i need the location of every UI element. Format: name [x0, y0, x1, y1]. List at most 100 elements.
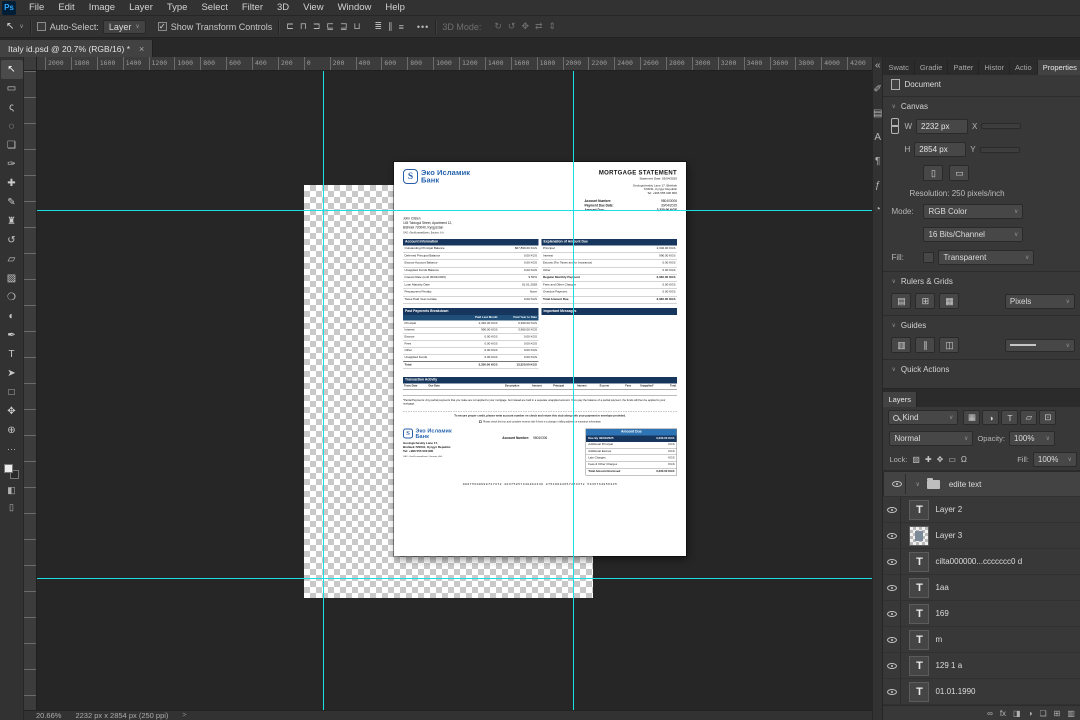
- horizontal-guide[interactable]: [37, 578, 872, 579]
- tab-properties[interactable]: Properties: [1037, 60, 1080, 75]
- layer-row[interactable]: T cilta000000...ccccccc0 d: [883, 549, 1080, 575]
- menu-help[interactable]: Help: [378, 0, 412, 16]
- visibility-toggle[interactable]: [883, 523, 902, 548]
- new-guide-layout-icon[interactable]: ▥: [891, 337, 912, 353]
- pen-tool[interactable]: ✒: [1, 326, 23, 345]
- distribute-horizontal-icon[interactable]: ≣: [374, 21, 384, 32]
- opacity-dropdown[interactable]: 100% ∨: [1008, 431, 1055, 446]
- visibility-toggle[interactable]: [883, 653, 902, 678]
- zoom-level[interactable]: 20.66%: [36, 711, 61, 720]
- auto-select-checkbox[interactable]: [36, 22, 46, 31]
- tab-actions[interactable]: Actio: [1010, 60, 1038, 75]
- guide-style-dropdown[interactable]: ∨: [1004, 338, 1075, 352]
- group-expander-icon[interactable]: ∨: [915, 481, 919, 488]
- align-top-edges-icon[interactable]: ⊑: [325, 21, 335, 32]
- menu-window[interactable]: Window: [331, 0, 379, 16]
- clear-guides-icon[interactable]: ◫: [939, 337, 960, 353]
- paragraph-panel-icon[interactable]: ¶: [875, 156, 880, 167]
- rectangular-marquee-tool[interactable]: ▭: [1, 79, 23, 98]
- layer-row[interactable]: T m: [883, 627, 1080, 653]
- visibility-toggle[interactable]: [888, 474, 907, 494]
- 3d-roll-icon[interactable]: ↺: [507, 21, 517, 32]
- lock-all-icon[interactable]: Ω: [960, 455, 968, 464]
- toggle-snap-icon[interactable]: ▦: [939, 293, 960, 309]
- toggle-grid-icon[interactable]: ⊞: [915, 293, 936, 309]
- menu-view[interactable]: View: [296, 0, 330, 16]
- menu-3d[interactable]: 3D: [270, 0, 296, 16]
- color-mode-dropdown[interactable]: RGB Color ∨: [923, 204, 1024, 219]
- eyedropper-tool[interactable]: ✑: [1, 155, 23, 174]
- glyphs-panel-icon[interactable]: ƒ: [875, 180, 881, 191]
- menu-image[interactable]: Image: [82, 0, 122, 16]
- layer-row[interactable]: Layer 3: [883, 523, 1080, 549]
- brushes-panel-icon[interactable]: ✐: [874, 84, 882, 95]
- align-right-edges-icon[interactable]: ⊐: [312, 21, 322, 32]
- align-bottom-edges-icon[interactable]: ⊔: [353, 21, 362, 32]
- landscape-icon[interactable]: ▭: [949, 165, 970, 181]
- visibility-toggle[interactable]: [883, 549, 902, 574]
- zoom-tool[interactable]: ⊕: [1, 421, 23, 440]
- delete-layer-icon[interactable]: ▥: [1067, 709, 1075, 718]
- tab-layers[interactable]: Layers: [883, 392, 917, 407]
- status-menu-icon[interactable]: >: [182, 712, 186, 719]
- 3d-pan-icon[interactable]: ✥: [520, 21, 530, 32]
- foreground-color-swatch[interactable]: [4, 464, 13, 473]
- visibility-toggle[interactable]: [883, 627, 902, 652]
- menu-type[interactable]: Type: [160, 0, 195, 16]
- horizontal-ruler[interactable]: 2000 1800 1600 1400 1200 1000 800 600 400 200 0 200…: [37, 57, 872, 71]
- layer-row-group[interactable]: ∨ edite text: [883, 471, 1080, 497]
- document-tab[interactable]: Italy id.psd @ 20.7% (RGB/16) * ×: [0, 40, 154, 57]
- clone-stamp-tool[interactable]: ♜: [1, 212, 23, 231]
- visibility-toggle[interactable]: [883, 575, 902, 600]
- layer-filter-dropdown[interactable]: Kind ∨: [888, 410, 959, 425]
- timeline-panel-icon[interactable]: ◔: [875, 204, 881, 215]
- healing-brush-tool[interactable]: ✚: [1, 174, 23, 193]
- lock-transparency-icon[interactable]: ▨: [911, 455, 921, 464]
- dodge-tool[interactable]: ◐: [1, 307, 23, 326]
- canvas-y-field[interactable]: [979, 146, 1020, 153]
- move-tool[interactable]: ↖: [0, 60, 23, 79]
- lock-artboard-icon[interactable]: ▭: [947, 455, 957, 464]
- layer-row[interactable]: T 01.01.1990: [883, 679, 1080, 705]
- document-page[interactable]: S Эко Исламик Банк MORTGAGE STATEMENT St…: [394, 162, 686, 556]
- new-group-icon[interactable]: ❏: [1039, 709, 1046, 718]
- lasso-tool[interactable]: ς: [1, 98, 23, 117]
- menu-layer[interactable]: Layer: [122, 0, 160, 16]
- 3d-scale-icon[interactable]: ⇕: [548, 21, 558, 32]
- move-tool-icon[interactable]: ↖: [6, 21, 14, 32]
- canvas-workspace[interactable]: 2000 1800 1600 1400 1200 1000 800 600 400 200 0 200…: [24, 57, 872, 720]
- link-dimensions-icon[interactable]: [891, 118, 900, 134]
- filter-shape-layers-icon[interactable]: ▱: [1020, 410, 1038, 425]
- canvas-x-field[interactable]: [981, 123, 1022, 129]
- filter-type-layers-icon[interactable]: T: [1001, 410, 1019, 425]
- layer-row[interactable]: T 129 1 a: [883, 653, 1080, 679]
- hand-tool[interactable]: ✥: [1, 402, 23, 421]
- filter-pixel-layers-icon[interactable]: ▦: [963, 410, 981, 425]
- lock-position-icon[interactable]: ✥: [936, 455, 945, 464]
- canvas-width-field[interactable]: 2232 px: [916, 118, 969, 134]
- auto-select-target-dropdown[interactable]: Layer ∨: [102, 19, 146, 34]
- menu-file[interactable]: File: [22, 0, 51, 16]
- blur-tool[interactable]: ❍: [1, 288, 23, 307]
- layer-effects-icon[interactable]: fx: [1000, 709, 1006, 718]
- shape-tool[interactable]: □: [1, 383, 23, 402]
- tab-swatches[interactable]: Swatc: [883, 60, 915, 75]
- edit-toolbar-icon[interactable]: ⋯: [7, 444, 16, 455]
- quick-mask-icon[interactable]: ◧: [7, 485, 16, 496]
- quick-actions-section-header[interactable]: ∨ Quick Actions: [883, 359, 1080, 377]
- filter-smart-objects-icon[interactable]: ⊡: [1039, 410, 1057, 425]
- tab-history[interactable]: Histor: [979, 60, 1011, 75]
- portrait-icon[interactable]: ▯: [923, 165, 944, 181]
- brush-tool[interactable]: ✎: [1, 193, 23, 212]
- tab-patterns[interactable]: Patter: [948, 60, 980, 75]
- adjustment-layer-icon[interactable]: ◑: [1028, 709, 1033, 718]
- screen-mode-icon[interactable]: ▯: [9, 502, 14, 513]
- layer-row[interactable]: T Layer 2: [883, 497, 1080, 523]
- distribute-vertical-icon[interactable]: ∥: [387, 21, 394, 32]
- close-tab-icon[interactable]: ×: [139, 44, 144, 54]
- visibility-toggle[interactable]: [883, 497, 902, 522]
- menu-edit[interactable]: Edit: [51, 0, 81, 16]
- type-tool[interactable]: T: [1, 345, 23, 364]
- menu-select[interactable]: Select: [194, 0, 234, 16]
- canvas-section-header[interactable]: ∨ Canvas: [883, 96, 1080, 114]
